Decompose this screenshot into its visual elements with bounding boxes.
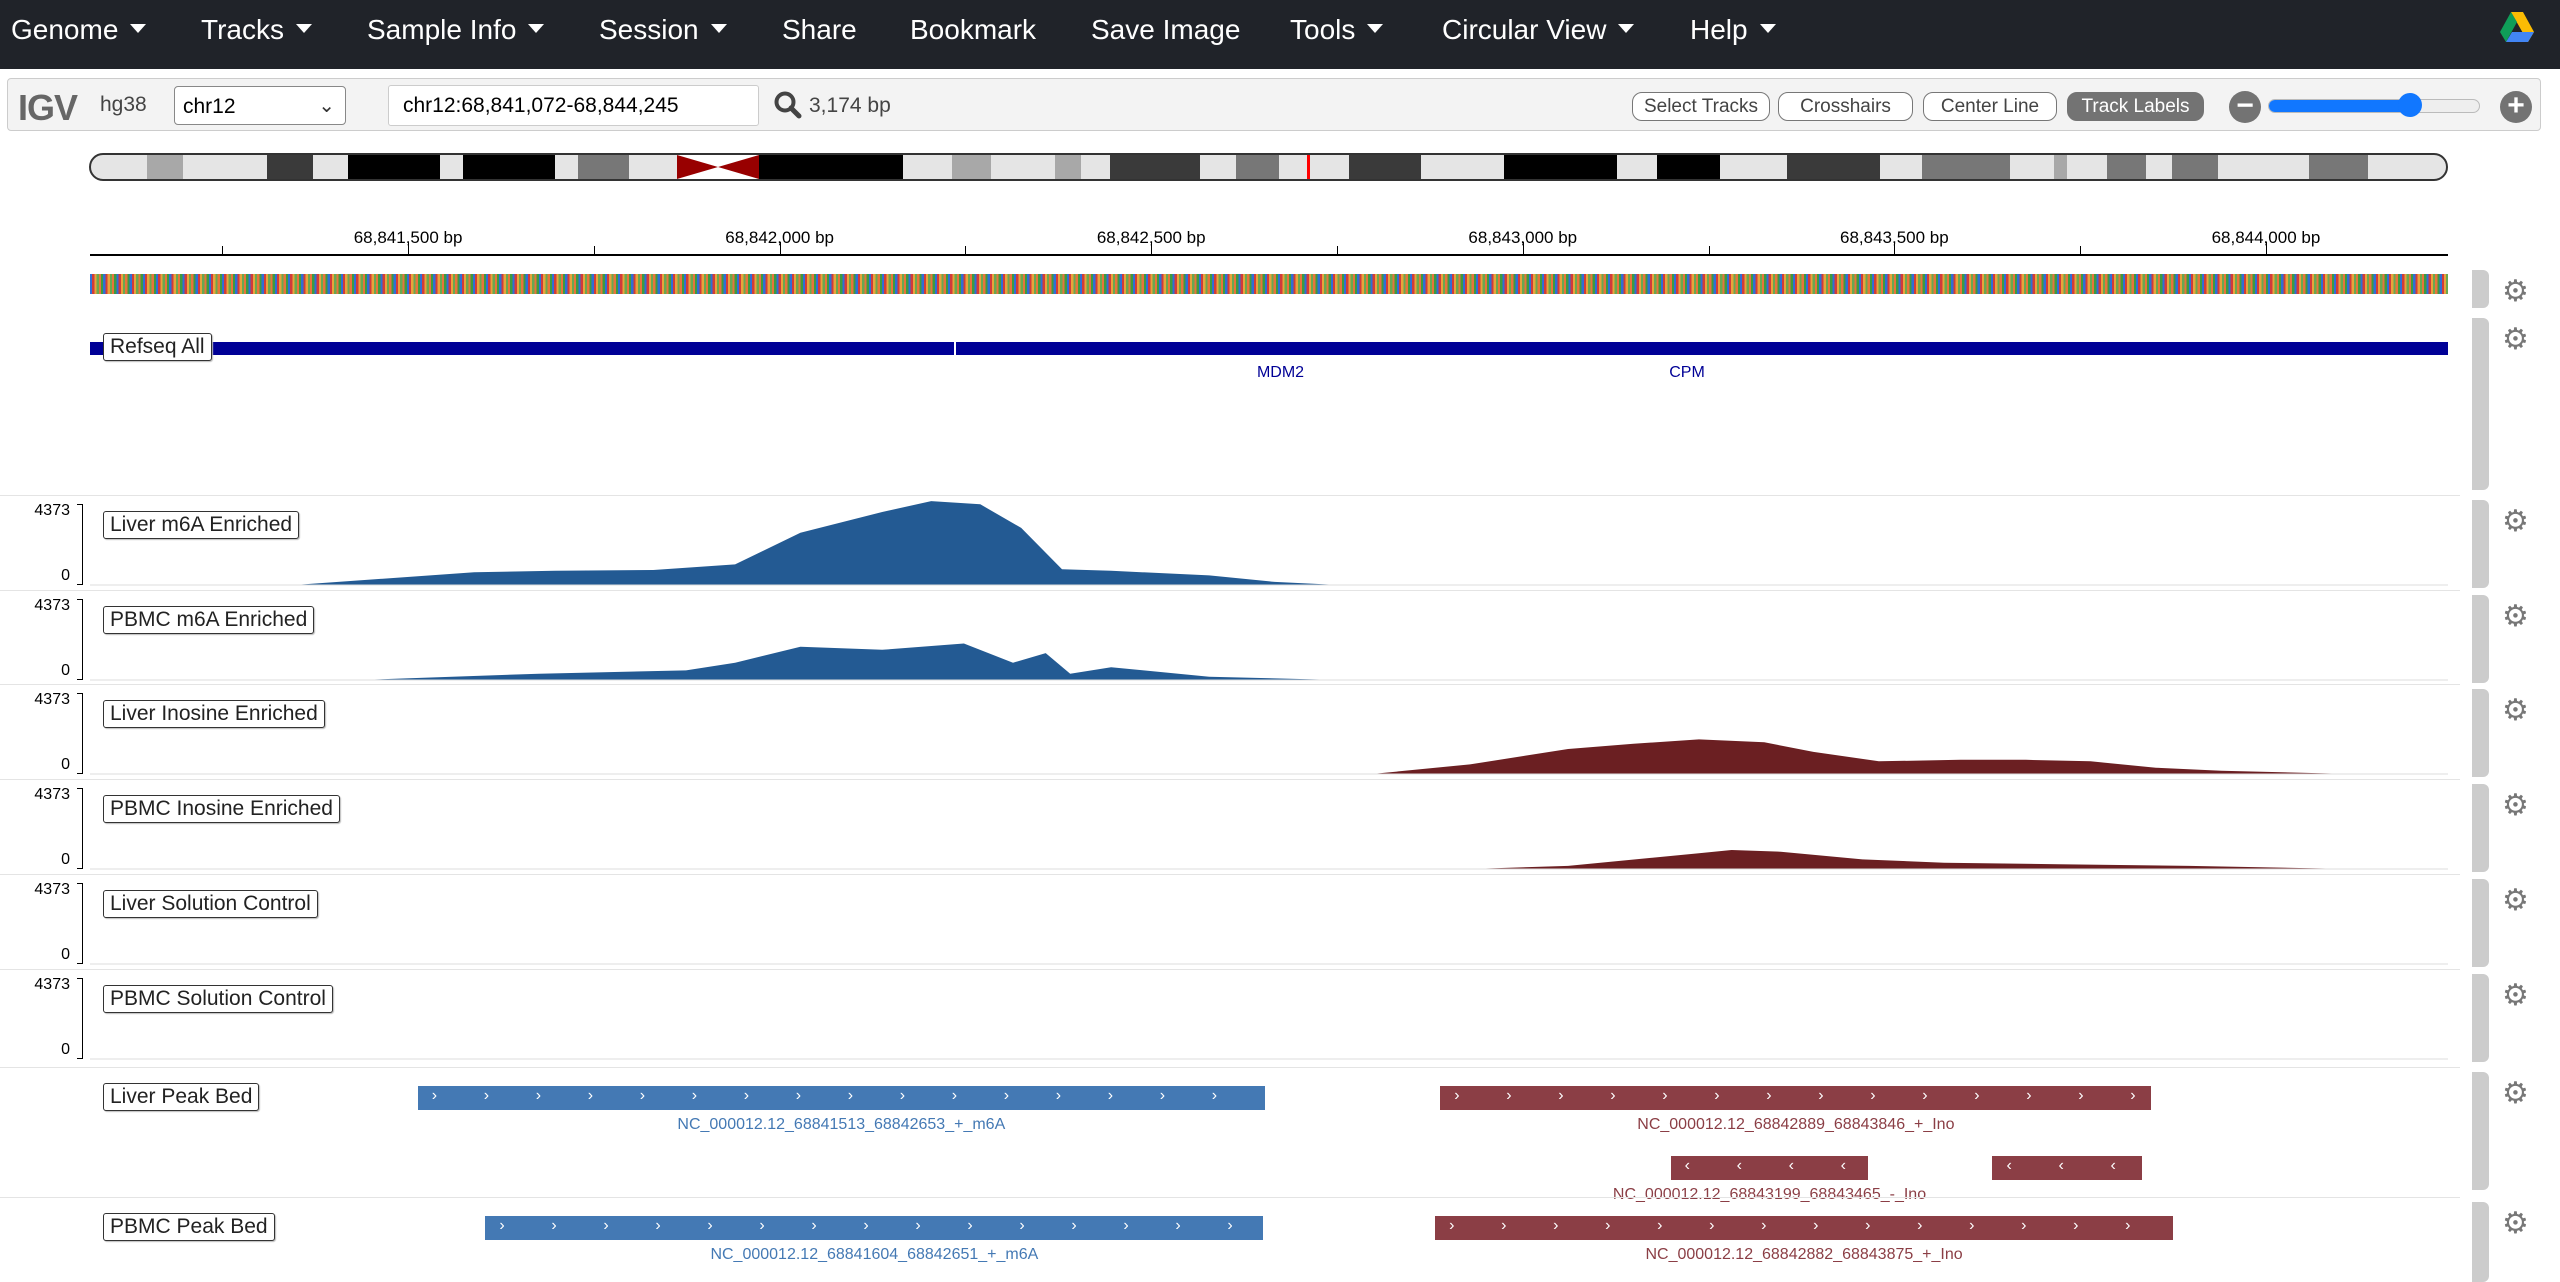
strand-arrow-icon: › xyxy=(848,1087,853,1105)
strand-arrow-icon: › xyxy=(1818,1087,1823,1105)
strand-arrow-icon: › xyxy=(915,1217,920,1235)
strand-arrow-icon: › xyxy=(1004,1087,1009,1105)
coverage-plot xyxy=(0,0,2560,1272)
track-label: Liver Peak Bed xyxy=(103,1083,259,1111)
strand-arrow-icon: › xyxy=(1449,1217,1454,1235)
strand-arrow-icon: › xyxy=(1558,1087,1563,1105)
strand-arrow-icon: › xyxy=(796,1087,801,1105)
strand-arrow-icon: › xyxy=(744,1087,749,1105)
strand-arrow-icon: › xyxy=(432,1087,437,1105)
strand-arrow-icon: › xyxy=(692,1087,697,1105)
strand-arrow-icon: › xyxy=(1870,1087,1875,1105)
strand-arrow-icon: › xyxy=(603,1217,608,1235)
strand-arrow-icon: › xyxy=(1108,1087,1113,1105)
strand-arrow-icon: › xyxy=(1917,1217,1922,1235)
strand-arrow-icon: › xyxy=(1501,1217,1506,1235)
bed-feature[interactable]: ‹ ‹ ‹ ‹ xyxy=(1671,1156,1869,1180)
strand-arrow-icon: ‹ xyxy=(1685,1157,1690,1175)
strand-arrow-icon: › xyxy=(1969,1217,1974,1235)
gear-icon[interactable]: ⚙ xyxy=(2502,1076,2529,1111)
strand-arrow-icon: ‹ xyxy=(2006,1157,2011,1175)
strand-arrow-icon: › xyxy=(1227,1217,1232,1235)
strand-arrow-icon: › xyxy=(1761,1217,1766,1235)
strand-arrow-icon: › xyxy=(551,1217,556,1235)
track-label: PBMC Solution Control xyxy=(103,985,333,1013)
track-gutter-bar xyxy=(2472,1072,2489,1190)
strand-arrow-icon: › xyxy=(655,1217,660,1235)
strand-arrow-icon: › xyxy=(1766,1087,1771,1105)
track-gutter-bar xyxy=(2472,1202,2489,1282)
strand-arrow-icon: › xyxy=(2026,1087,2031,1105)
strand-arrow-icon: › xyxy=(1813,1217,1818,1235)
bed-feature-label: NC_000012.12_68842889_68843846_+_Ino xyxy=(1637,1116,1954,1134)
strand-arrow-icon: › xyxy=(1610,1087,1615,1105)
strand-arrow-icon: › xyxy=(1019,1217,1024,1235)
bed-feature[interactable]: › › › › › › › › › › › › › › › xyxy=(485,1216,1263,1240)
strand-arrow-icon: › xyxy=(2021,1217,2026,1235)
bed-feature[interactable]: › › › › › › › › › › › › › › xyxy=(1435,1216,2173,1240)
strand-arrow-icon: › xyxy=(1454,1087,1459,1105)
gear-icon[interactable]: ⚙ xyxy=(2502,1206,2529,1241)
strand-arrow-icon: › xyxy=(1071,1217,1076,1235)
strand-arrow-icon: › xyxy=(707,1217,712,1235)
strand-arrow-icon: › xyxy=(1212,1087,1217,1105)
strand-arrow-icon: › xyxy=(499,1217,504,1235)
strand-arrow-icon: ‹ xyxy=(1841,1157,1846,1175)
strand-arrow-icon: ‹ xyxy=(1737,1157,1742,1175)
strand-arrow-icon: › xyxy=(2125,1217,2130,1235)
strand-arrow-icon: › xyxy=(1160,1087,1165,1105)
strand-arrow-icon: ‹ xyxy=(2058,1157,2063,1175)
strand-arrow-icon: › xyxy=(863,1217,868,1235)
strand-arrow-icon: › xyxy=(640,1087,645,1105)
strand-arrow-icon: ‹ xyxy=(1789,1157,1794,1175)
strand-arrow-icon: › xyxy=(536,1087,541,1105)
strand-arrow-icon: › xyxy=(900,1087,905,1105)
strand-arrow-icon: › xyxy=(1922,1087,1927,1105)
track-divider xyxy=(0,1197,2460,1198)
strand-arrow-icon: › xyxy=(1709,1217,1714,1235)
bed-feature[interactable]: ‹ ‹ ‹ xyxy=(1992,1156,2141,1180)
track-divider xyxy=(0,1067,2460,1068)
track-label: PBMC Peak Bed xyxy=(103,1213,275,1241)
strand-arrow-icon: › xyxy=(2073,1217,2078,1235)
strand-arrow-icon: › xyxy=(1865,1217,1870,1235)
strand-arrow-icon: › xyxy=(1506,1087,1511,1105)
strand-arrow-icon: › xyxy=(484,1087,489,1105)
strand-arrow-icon: › xyxy=(588,1087,593,1105)
strand-arrow-icon: › xyxy=(1605,1217,1610,1235)
strand-arrow-icon: › xyxy=(1657,1217,1662,1235)
strand-arrow-icon: › xyxy=(1714,1087,1719,1105)
strand-arrow-icon: › xyxy=(952,1087,957,1105)
strand-arrow-icon: › xyxy=(1553,1217,1558,1235)
bed-feature[interactable]: › › › › › › › › › › › › › › xyxy=(1440,1086,2151,1110)
strand-arrow-icon: › xyxy=(967,1217,972,1235)
strand-arrow-icon: ‹ xyxy=(2110,1157,2115,1175)
bed-feature-label: NC_000012.12_68841513_68842653_+_m6A xyxy=(677,1116,1005,1134)
bed-feature-label: NC_000012.12_68842882_68843875_+_Ino xyxy=(1645,1246,1962,1264)
strand-arrow-icon: › xyxy=(1662,1087,1667,1105)
strand-arrow-icon: › xyxy=(2078,1087,2083,1105)
strand-arrow-icon: › xyxy=(811,1217,816,1235)
bed-feature[interactable]: › › › › › › › › › › › › › › › › xyxy=(418,1086,1265,1110)
bed-feature-label: NC_000012.12_68841604_68842651_+_m6A xyxy=(710,1246,1038,1264)
strand-arrow-icon: › xyxy=(1056,1087,1061,1105)
strand-arrow-icon: › xyxy=(1123,1217,1128,1235)
strand-arrow-icon: › xyxy=(2130,1087,2135,1105)
strand-arrow-icon: › xyxy=(759,1217,764,1235)
strand-arrow-icon: › xyxy=(1974,1087,1979,1105)
bed-feature-label: NC_000012.12_68843199_68843465_-_Ino xyxy=(1613,1186,1926,1204)
strand-arrow-icon: › xyxy=(1175,1217,1180,1235)
